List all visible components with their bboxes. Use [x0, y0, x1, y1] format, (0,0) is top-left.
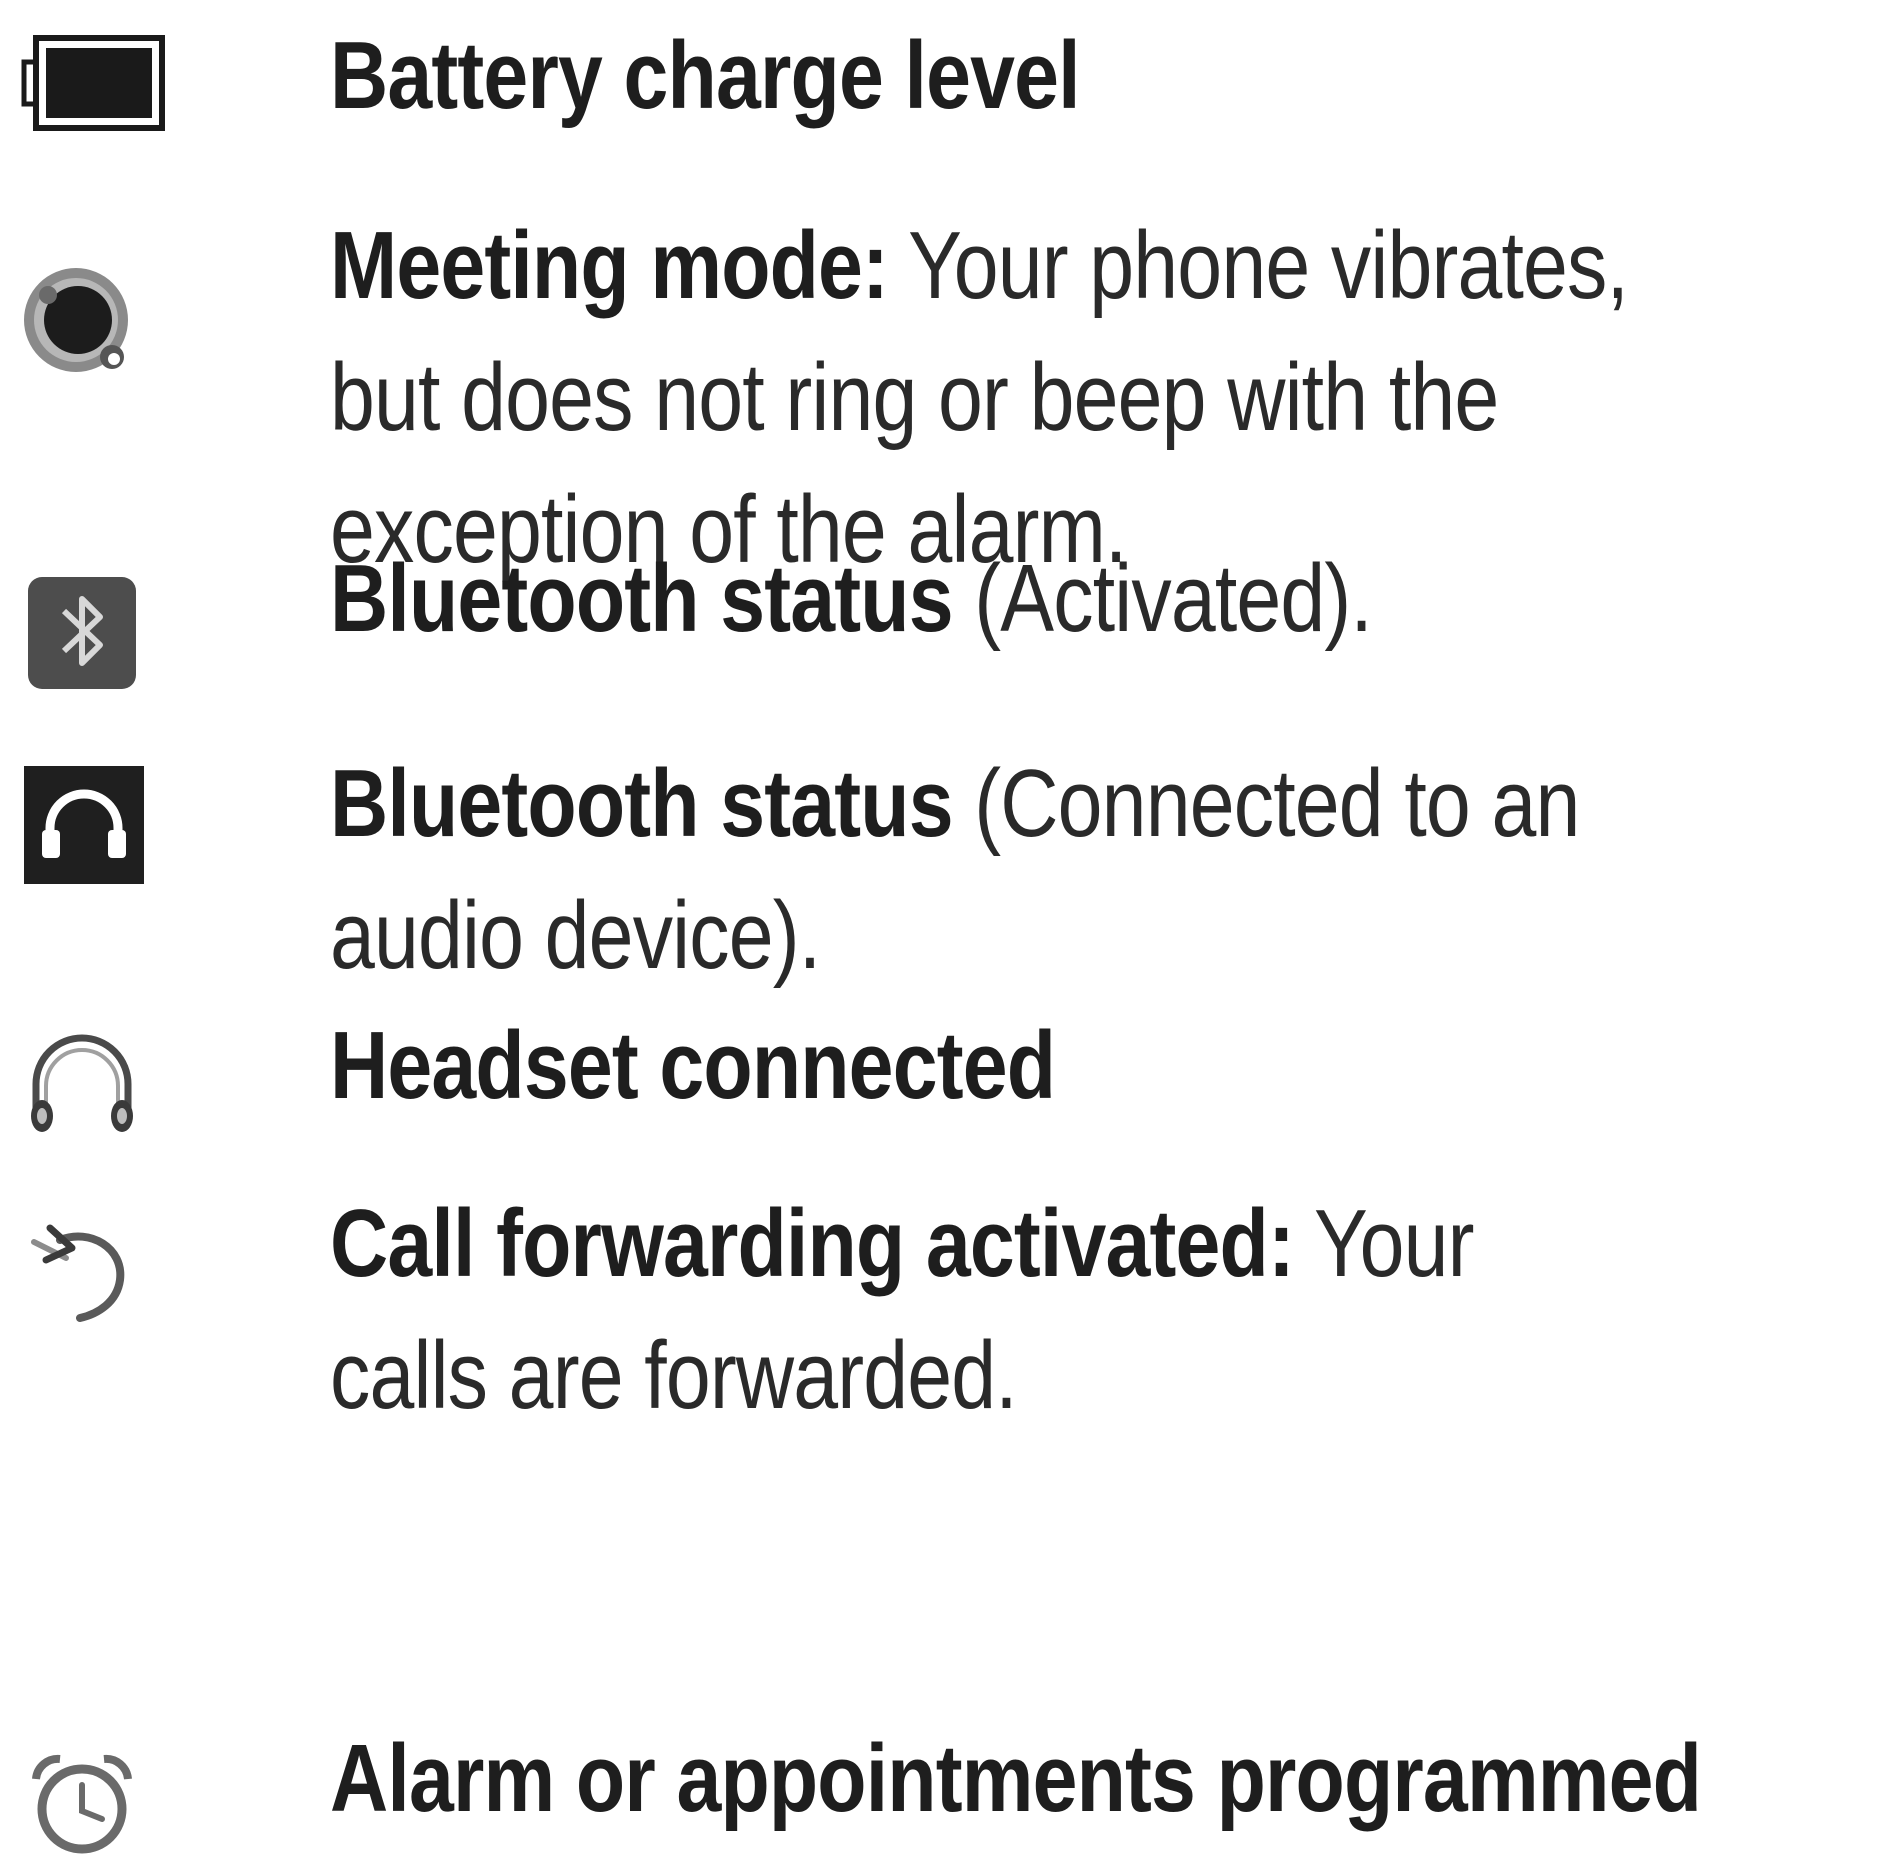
item-text: Battery charge level — [330, 10, 1640, 142]
item-title: Alarm or appointments programmed — [330, 1725, 1702, 1832]
item-title: Bluetooth status — [330, 545, 954, 652]
item-title: Headset connected — [330, 1012, 1056, 1119]
item-title: Call forwarding activated: — [330, 1190, 1295, 1297]
headset-icon — [20, 1020, 160, 1140]
meeting-mode-icon — [20, 265, 160, 385]
call-forwarding-icon — [20, 1218, 160, 1338]
item-title: Bluetooth status — [330, 750, 954, 857]
item-description: (Activated). — [952, 545, 1373, 652]
alarm-clock-icon — [20, 1749, 160, 1869]
item-text: Alarm or appointments programmed — [330, 1713, 1884, 1845]
item-text: Bluetooth status (Activated). — [330, 533, 1640, 665]
item-title: Meeting mode: — [330, 212, 889, 319]
item-text: Bluetooth status (Connected to an audio … — [330, 738, 1640, 1002]
bluetooth-icon — [20, 573, 160, 693]
item-text: Call forwarding activated: Your calls ar… — [330, 1178, 1640, 1442]
item-title: Battery charge level — [330, 22, 1081, 129]
bluetooth-audio-icon — [20, 766, 160, 886]
battery-icon — [20, 28, 165, 148]
item-text: Headset connected — [330, 1000, 1640, 1132]
